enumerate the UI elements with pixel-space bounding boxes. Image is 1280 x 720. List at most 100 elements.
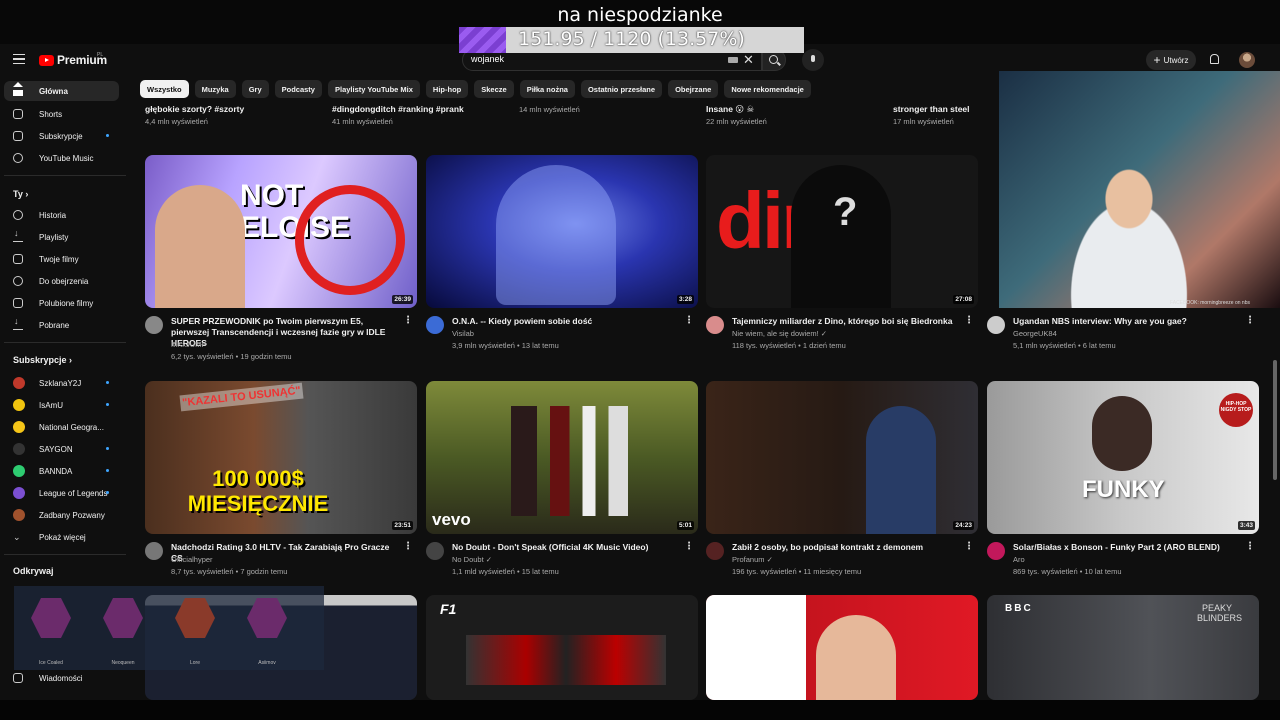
channel-name[interactable]: Officialhyper: [171, 554, 213, 566]
filter-chip[interactable]: Obejrzane: [668, 80, 719, 98]
clear-search-icon[interactable]: ✕: [743, 52, 754, 68]
video-title[interactable]: No Doubt - Don't Speak (Official 4K Musi…: [452, 542, 682, 553]
more-actions-icon[interactable]: ⋮: [684, 541, 694, 552]
channel-name[interactable]: MKxJUMP: [171, 339, 206, 351]
channel-avatar[interactable]: [426, 542, 444, 560]
more-actions-icon[interactable]: ⋮: [964, 541, 974, 552]
sidebar-subscription-item[interactable]: BANNDA: [4, 461, 119, 481]
new-content-dot: [106, 491, 109, 494]
sidebar-item-home[interactable]: Główna: [4, 81, 119, 101]
video-meta: 196 tys. wyświetleń • 11 miesięcy temu: [732, 567, 862, 576]
sidebar-subscription-item[interactable]: IsAmU: [4, 395, 119, 415]
filter-chip[interactable]: Gry: [241, 80, 269, 98]
new-content-dot: [106, 403, 109, 406]
filter-chip[interactable]: Hip-hop: [425, 80, 469, 98]
channel-name[interactable]: Visilab: [452, 328, 474, 340]
sidebar-item-playlists[interactable]: Playlisty: [4, 227, 119, 247]
channel-name[interactable]: Aro: [1013, 554, 1025, 566]
sidebar-subscription-item[interactable]: SAYGON: [4, 439, 119, 459]
sidebar-item-downloads[interactable]: Pobrane: [4, 315, 119, 335]
sidebar-item-history[interactable]: Historia: [4, 205, 119, 225]
create-button[interactable]: + Utwórz: [1146, 50, 1196, 70]
channel-avatar[interactable]: [987, 542, 1005, 560]
sidebar-item-your-videos[interactable]: Twoje filmy: [4, 249, 119, 269]
page-scrollbar[interactable]: [1273, 360, 1277, 480]
top-row-meta: 22 mln wyświetleń: [706, 117, 767, 126]
channel-avatar[interactable]: [706, 316, 724, 334]
video-thumbnail[interactable]: NOT ELOISE 26:39: [145, 155, 417, 308]
channel-avatar[interactable]: [706, 542, 724, 560]
channel-avatar: [13, 377, 25, 389]
sidebar-subscription-item[interactable]: Zadbany Pozwany: [4, 505, 119, 525]
top-row-title[interactable]: #dingdongditch #ranking #prank: [332, 104, 464, 114]
video-thumbnail[interactable]: vevo 5:01: [426, 381, 698, 534]
filter-chip[interactable]: Wszystko: [140, 80, 189, 98]
channel-avatar: [13, 487, 25, 499]
notifications-bell-icon[interactable]: [1210, 54, 1219, 64]
sidebar-section-you[interactable]: Ty ›: [13, 189, 28, 199]
video-thumbnail[interactable]: BBC PEAKY BLINDERS: [987, 595, 1259, 700]
sidebar-item-watch-later[interactable]: Do obejrzenia: [4, 271, 119, 291]
video-title[interactable]: Solar/Białas x Bonson - Funky Part 2 (AR…: [1013, 542, 1243, 553]
keyboard-icon[interactable]: [728, 57, 738, 63]
sidebar-section-subscriptions[interactable]: Subskrypcje ›: [13, 355, 72, 365]
video-thumbnail[interactable]: "KAZALI TO USUNĄĆ" 100 000$ MIESIĘCZNIE 23…: [145, 381, 417, 534]
more-actions-icon[interactable]: ⋮: [403, 541, 413, 552]
filter-chip[interactable]: Ostatnio przesłane: [580, 80, 663, 98]
video-title[interactable]: Tajemniczy miliarder z Dino, którego boi…: [732, 316, 962, 327]
sidebar-item-subscriptions[interactable]: Subskrypcje: [4, 126, 119, 146]
show-more-button[interactable]: ⌄ Pokaż więcej: [4, 527, 119, 547]
filter-chip[interactable]: Podcasty: [274, 80, 322, 98]
hiphop-badge: HIP-HOP NIGDY STOP: [1219, 393, 1253, 427]
skin-label: Asiimov: [258, 660, 276, 666]
channel-avatar[interactable]: [145, 316, 163, 334]
video-thumbnail[interactable]: 3:28: [426, 155, 698, 308]
more-actions-icon[interactable]: ⋮: [1245, 541, 1255, 552]
sidebar-item-youtube-music[interactable]: YouTube Music: [4, 148, 119, 168]
filter-chip[interactable]: Nowe rekomendacje: [724, 80, 811, 98]
video-title[interactable]: Ugandan NBS interview: Why are you gae?: [1013, 316, 1243, 327]
channel-avatar[interactable]: [426, 316, 444, 334]
menu-icon[interactable]: [13, 54, 25, 64]
video-title[interactable]: Zabił 2 osoby, bo podpisał kontrakt z de…: [732, 542, 962, 553]
channel-name[interactable]: No Doubt ✓: [452, 554, 492, 566]
voice-search-icon[interactable]: [802, 49, 824, 71]
channel-name[interactable]: Profanum ✓: [732, 554, 773, 566]
subscriptions-icon: [13, 131, 23, 141]
top-row-title[interactable]: Insane 😮 ☠: [706, 104, 754, 115]
more-actions-icon[interactable]: ⋮: [964, 315, 974, 326]
sidebar-item-liked-videos[interactable]: Polubione filmy: [4, 293, 119, 313]
sidebar-item-shorts[interactable]: Shorts: [4, 104, 119, 124]
filter-chip[interactable]: Muzyka: [194, 80, 236, 98]
channel-name[interactable]: Nie wiem, ale się dowiem! ✓: [732, 328, 827, 340]
video-thumbnail[interactable]: dino?27:08: [706, 155, 978, 308]
channel-name[interactable]: GeorgeUK84: [1013, 328, 1057, 340]
sidebar-divider: [4, 554, 126, 555]
video-thumbnail[interactable]: 24:23: [706, 381, 978, 534]
top-row-title[interactable]: stronger than steel: [893, 104, 970, 114]
video-duration: 26:39: [392, 295, 413, 304]
sidebar-item-news[interactable]: Wiadomości: [4, 668, 119, 688]
top-row-meta: 14 mln wyświetleń: [519, 105, 580, 114]
sidebar-item-label: Subskrypcje: [39, 131, 83, 141]
top-row-title[interactable]: głębokie szorty? #szorty: [145, 104, 244, 114]
bbc-logo: BBC: [1005, 603, 1033, 614]
account-avatar[interactable]: [1239, 52, 1255, 68]
more-actions-icon[interactable]: ⋮: [403, 315, 413, 326]
channel-avatar[interactable]: [145, 542, 163, 560]
more-actions-icon[interactable]: ⋮: [684, 315, 694, 326]
more-actions-icon[interactable]: ⋮: [1245, 315, 1255, 326]
sidebar-subscription-item[interactable]: National Geogra...: [4, 417, 119, 437]
channel-avatar[interactable]: [987, 316, 1005, 334]
filter-chip[interactable]: Playlisty YouTube Mix: [327, 80, 420, 98]
sidebar-subscription-item[interactable]: SzklanaY2J: [4, 373, 119, 393]
video-title[interactable]: O.N.A. -- Kiedy powiem sobie dość: [452, 316, 682, 327]
filter-chip[interactable]: Piłka nożna: [519, 80, 575, 98]
sidebar-item-label: League of Legends: [39, 488, 108, 498]
sidebar-item-label: IsAmU: [39, 400, 63, 410]
filter-chip[interactable]: Skecze: [474, 80, 514, 98]
sidebar-subscription-item[interactable]: League of Legends: [4, 483, 119, 503]
video-thumbnail[interactable]: xtb: [706, 595, 978, 700]
video-thumbnail[interactable]: F1: [426, 595, 698, 700]
video-thumbnail[interactable]: FUNKY HIP-HOP NIGDY STOP 3:43: [987, 381, 1259, 534]
